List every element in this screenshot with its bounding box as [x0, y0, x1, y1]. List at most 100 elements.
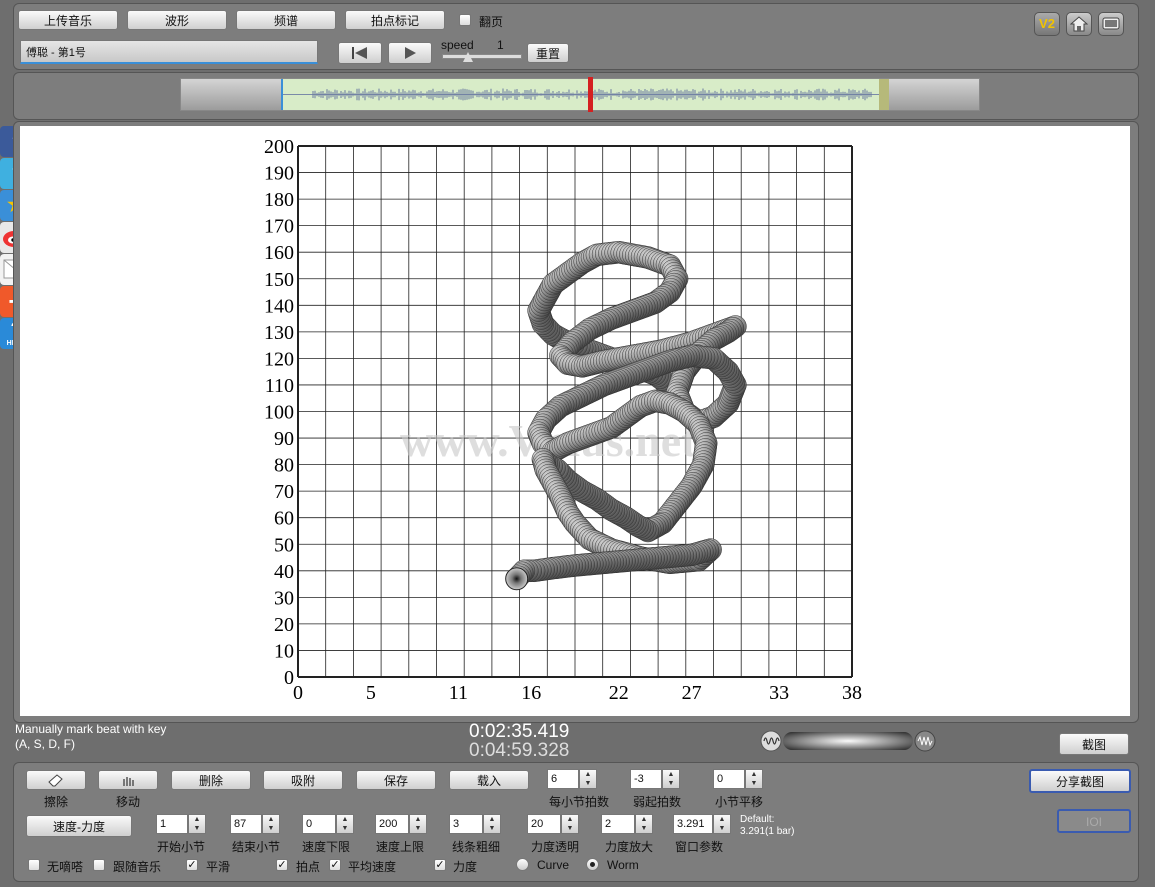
y-tick-label: 140 [264, 295, 294, 317]
start-bar-stepper[interactable]: ▲ ▼ [188, 814, 206, 834]
y-tick-label: 190 [264, 163, 294, 185]
v2-icon[interactable]: V2 [1034, 12, 1060, 36]
x-tick-label: 33 [769, 682, 789, 704]
beat-point-label: 拍点 [296, 860, 321, 874]
skip-back-icon [352, 47, 367, 59]
avg-tempo-label: 平均速度 [348, 860, 397, 874]
delete-button[interactable]: 删除 [171, 770, 251, 790]
screen-icon[interactable] [1098, 12, 1124, 36]
window-param-label: 窗口参数 [675, 840, 724, 854]
tempo-max-input[interactable]: 200 [375, 814, 409, 834]
track-name-field[interactable]: 傅聪 - 第1号 [20, 40, 318, 64]
smooth-checkbox[interactable]: ✓ [186, 859, 198, 871]
y-tick-label: 180 [264, 189, 294, 211]
end-bar-stepper[interactable]: ▲ ▼ [262, 814, 280, 834]
y-tick-label: 50 [274, 534, 294, 556]
start-bar-label: 开始小节 [157, 840, 206, 854]
screenshot-button[interactable]: 截图 [1059, 733, 1129, 755]
window-param-stepper[interactable]: ▲ ▼ [713, 814, 731, 834]
beat-mark-button[interactable]: 拍点标记 [345, 10, 445, 30]
upload-music-button[interactable]: 上传音乐 [18, 10, 118, 30]
x-tick-label: 5 [366, 682, 376, 704]
x-tick-label: 27 [682, 682, 702, 704]
beat-hint-line2: (A, S, D, F) [15, 737, 75, 751]
tempo-dynamics-chart: 0 10 20 30 40 50 60 70 80 90 100 110 120 130 140 150 160… [264, 136, 862, 704]
save-button[interactable]: 保存 [356, 770, 436, 790]
play-button[interactable] [388, 42, 432, 64]
follow-music-checkbox[interactable] [93, 859, 105, 871]
tempo-dynamics-button[interactable]: 速度-力度 [26, 815, 132, 837]
pickup-input[interactable]: -3 [630, 769, 662, 789]
beats-per-bar-input[interactable]: 6 [547, 769, 579, 789]
avg-tempo-checkbox[interactable]: ✓ [329, 859, 341, 871]
tempo-min-input[interactable]: 0 [302, 814, 336, 834]
load-button[interactable]: 载入 [449, 770, 529, 790]
start-bar-input[interactable]: 1 [156, 814, 188, 834]
spectrum-button[interactable]: 频谱 [236, 10, 336, 30]
reset-button[interactable]: 重置 [527, 43, 569, 63]
y-tick-label: 150 [264, 269, 294, 291]
y-tick-label: 200 [264, 136, 294, 158]
move-button[interactable] [98, 770, 158, 790]
erase-label: 擦除 [44, 795, 69, 809]
waveform-button[interactable]: 波形 [127, 10, 227, 30]
default-line2: 3.291(1 bar) [740, 826, 795, 837]
waveform-selection[interactable] [281, 79, 889, 110]
prev-button[interactable] [338, 42, 382, 64]
tempo-max-label: 速度上限 [376, 840, 425, 854]
y-tick-label: 160 [264, 242, 294, 264]
ioi-button[interactable]: IOI [1057, 809, 1131, 833]
bar-shift-label: 小节平移 [715, 795, 764, 809]
default-line1: Default: [740, 814, 775, 825]
share-screenshot-button[interactable]: 分享截图 [1029, 769, 1131, 793]
dynamics-scale-stepper[interactable]: ▲ ▼ [635, 814, 653, 834]
volume-track[interactable] [783, 732, 913, 750]
window-param-input[interactable]: 3.291 [673, 814, 713, 834]
curve-radio[interactable] [516, 858, 529, 871]
line-width-label: 线条粗细 [452, 840, 501, 854]
y-tick-label: 30 [274, 587, 294, 609]
pickup-stepper[interactable]: ▲ ▼ [662, 769, 680, 789]
dynamics-alpha-stepper[interactable]: ▲ ▼ [561, 814, 579, 834]
curve-label: Curve [537, 858, 570, 872]
dynamics-checkbox[interactable]: ✓ [434, 859, 446, 871]
y-tick-label: 10 [274, 640, 294, 662]
beat-hint-line1: Manually mark beat with key [15, 722, 167, 736]
no-click-checkbox[interactable] [28, 859, 40, 871]
y-tick-label: 20 [274, 614, 294, 636]
y-tick-label: 110 [265, 375, 294, 397]
smooth-label: 平滑 [206, 860, 231, 874]
tempo-max-stepper[interactable]: ▲ ▼ [409, 814, 427, 834]
bar-shift-stepper[interactable]: ▲ ▼ [745, 769, 763, 789]
y-tick-label: 60 [274, 508, 294, 530]
dynamics-scale-label: 力度放大 [605, 840, 654, 854]
dynamics-alpha-label: 力度透明 [531, 840, 580, 854]
beat-point-checkbox[interactable]: ✓ [276, 859, 288, 871]
snap-button[interactable]: 吸附 [263, 770, 343, 790]
y-tick-label: 170 [264, 216, 294, 238]
total-time: 0:04:59.328 [469, 740, 570, 761]
x-tick-label: 16 [521, 682, 541, 704]
speed-label: speed [441, 38, 474, 52]
dynamics-alpha-input[interactable]: 20 [527, 814, 561, 834]
beats-per-bar-stepper[interactable]: ▲ ▼ [579, 769, 597, 789]
erase-button[interactable] [26, 770, 86, 790]
line-width-stepper[interactable]: ▲ ▼ [483, 814, 501, 834]
waveform-end-handle[interactable] [879, 79, 889, 110]
speed-slider-track[interactable] [442, 54, 522, 59]
speed-slider-thumb[interactable] [463, 52, 473, 62]
end-bar-input[interactable]: 87 [230, 814, 262, 834]
beats-per-bar-label: 每小节拍数 [549, 795, 610, 809]
y-tick-label: 100 [264, 402, 294, 424]
page-turn-checkbox[interactable] [459, 14, 471, 26]
line-width-input[interactable]: 3 [449, 814, 483, 834]
worm-head [505, 567, 529, 591]
y-tick-label: 90 [274, 428, 294, 450]
home-icon[interactable] [1066, 12, 1092, 36]
tempo-min-stepper[interactable]: ▲ ▼ [336, 814, 354, 834]
volume-slider[interactable] [760, 730, 936, 752]
dynamics-scale-input[interactable]: 2 [601, 814, 635, 834]
bar-shift-input[interactable]: 0 [713, 769, 745, 789]
worm-radio[interactable] [586, 858, 599, 871]
playhead-marker[interactable] [588, 77, 593, 112]
